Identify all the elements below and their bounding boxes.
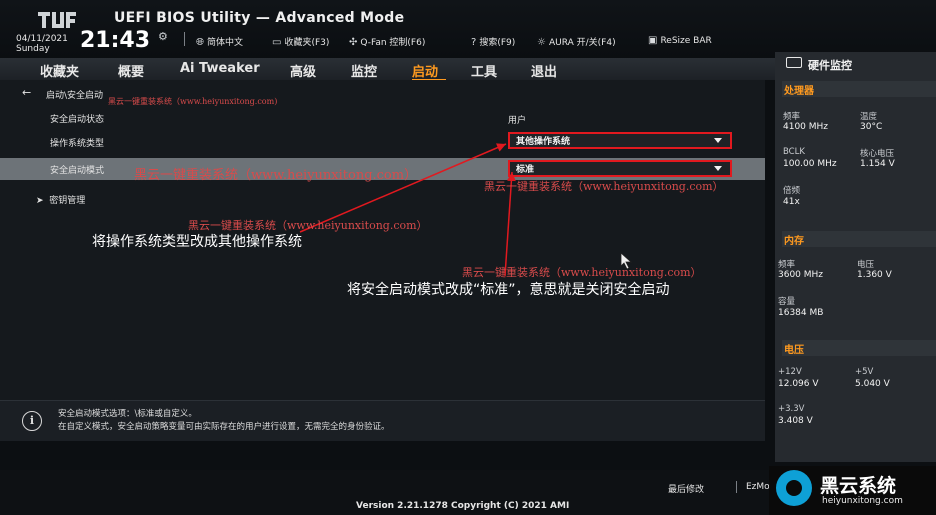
mem-freq-value: 3600 MHz xyxy=(778,270,824,280)
memory-section-header: 内存 xyxy=(782,231,936,247)
cpu-section-header: 处理器 xyxy=(782,81,936,97)
mouse-cursor-icon xyxy=(620,252,633,270)
brand-name: 黑云系统 xyxy=(820,475,897,497)
mem-freq-label: 频率 xyxy=(778,260,796,270)
p12v-label: +12V xyxy=(778,367,802,377)
info-icon: i xyxy=(22,411,42,431)
help-line-2: 在自定义模式，安全启动策略变量可由实际存在的用户进行设置，无需完全的身份验证。 xyxy=(58,422,390,432)
voltage-section-header: 电压 xyxy=(782,340,936,356)
p33v-value: 3.408 V xyxy=(778,416,813,426)
annotation-os-type: 将操作系统类型改成其他操作系统 xyxy=(92,234,302,250)
brand-logo-inner xyxy=(786,480,802,496)
cpu-temp-label: 温度 xyxy=(860,112,878,122)
version-text: Version 2.21.1278 Copyright (C) 2021 AMI xyxy=(356,501,570,511)
vcore-label: 核心电压 xyxy=(860,149,895,159)
annotation-secure-boot-mode: 将安全启动模式改成“标准”，意思就是关闭安全启动 xyxy=(347,282,670,298)
hardware-monitor-title: 硬件监控 xyxy=(808,59,852,72)
monitor-icon xyxy=(786,57,802,68)
p12v-value: 12.096 V xyxy=(778,379,819,389)
p5v-label: +5V xyxy=(855,367,874,377)
vcore-value: 1.154 V xyxy=(860,159,895,169)
p33v-label: +3.3V xyxy=(778,404,805,414)
mem-volt-label: 电压 xyxy=(857,260,875,270)
ratio-value: 41x xyxy=(783,197,800,207)
help-line-1: 安全启动模式选项：\标准或自定义。 xyxy=(58,409,197,419)
watermark-4: 黑云一键重装系统（www.heiyunxitong.com） xyxy=(188,219,428,232)
last-modified-button[interactable]: 最后修改 xyxy=(668,482,704,495)
bclk-label: BCLK xyxy=(783,147,805,157)
watermark-2: 黑云一键重装系统（www.heiyunxitong.com） xyxy=(134,168,418,183)
p5v-value: 5.040 V xyxy=(855,379,890,389)
mem-volt-value: 1.360 V xyxy=(857,270,892,280)
ratio-label: 倍频 xyxy=(783,186,801,196)
cpu-freq-label: 频率 xyxy=(783,112,801,122)
watermark-5: 黑云一键重装系统（www.heiyunxitong.com） xyxy=(462,266,702,279)
watermark-1: 黑云一键重装系统（www.heiyunxitong.com) xyxy=(108,97,278,106)
mem-cap-label: 容量 xyxy=(778,297,796,307)
watermark-3: 黑云一键重装系统（www.heiyunxitong.com） xyxy=(484,180,724,193)
footer-divider xyxy=(736,481,737,493)
brand-url: heiyunxitong.com xyxy=(822,496,903,506)
cpu-freq-value: 4100 MHz xyxy=(783,122,829,132)
cpu-temp-value: 30°C xyxy=(860,122,883,132)
mem-cap-value: 16384 MB xyxy=(778,308,824,318)
bclk-value: 100.00 MHz xyxy=(783,159,837,169)
